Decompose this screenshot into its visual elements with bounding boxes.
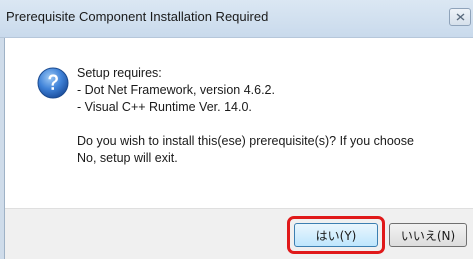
title-bar[interactable]: Prerequisite Component Installation Requ… [0, 0, 473, 38]
message-line-dotnet: - Dot Net Framework, version 4.6.2. [77, 83, 275, 97]
dialog-title: Prerequisite Component Installation Requ… [6, 9, 269, 24]
message-line-question: Do you wish to install this(ese) prerequ… [77, 134, 414, 148]
button-bar: はい(Y) いいえ(N) [5, 208, 473, 259]
close-button[interactable] [449, 8, 471, 26]
message-line-exit-warning: No, setup will exit. [77, 151, 178, 165]
question-icon [37, 67, 69, 99]
dialog-window: Prerequisite Component Installation Requ… [0, 0, 473, 259]
message-line-vcpp: - Visual C++ Runtime Ver. 14.0. [77, 100, 252, 114]
message-line-requires: Setup requires: [77, 66, 162, 80]
dialog-content: Setup requires: - Dot Net Framework, ver… [5, 38, 473, 208]
no-button[interactable]: いいえ(N) [389, 223, 467, 247]
close-icon [456, 13, 464, 21]
dialog-message: Setup requires: - Dot Net Framework, ver… [77, 65, 467, 167]
yes-button[interactable]: はい(Y) [294, 223, 378, 247]
